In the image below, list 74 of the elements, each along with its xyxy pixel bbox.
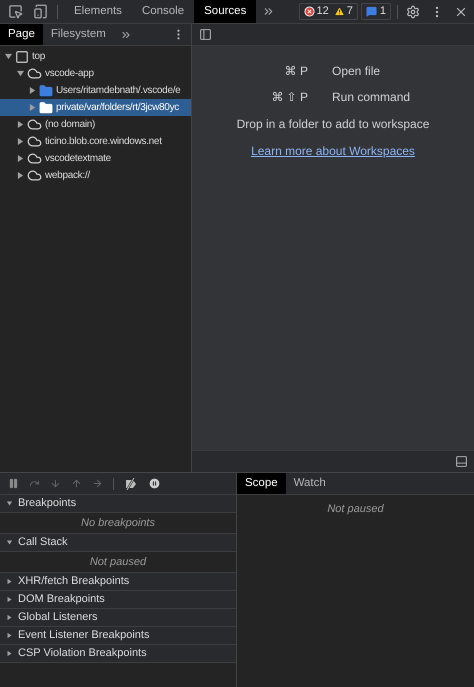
step-over-icon[interactable] <box>29 478 40 489</box>
shortcut-keys: ⌘ P <box>228 62 308 80</box>
message-icon <box>366 6 377 17</box>
expanded-arrow-icon[interactable] <box>5 53 12 60</box>
section-header[interactable]: Global Listeners <box>0 609 236 627</box>
toggle-navigator-icon[interactable] <box>199 28 212 41</box>
empty-message: Not paused <box>90 554 146 570</box>
inspect-icon[interactable] <box>8 4 23 19</box>
messages-counter[interactable]: 1 <box>360 3 391 20</box>
sidebar-tab[interactable]: Scope <box>237 473 286 494</box>
empty-message: No breakpoints <box>81 516 155 531</box>
section-header[interactable]: Event Listener Breakpoints <box>0 627 236 645</box>
folder-icon <box>39 100 53 114</box>
settings-icon[interactable] <box>406 4 420 18</box>
section-header[interactable]: DOM Breakpoints <box>0 591 236 609</box>
step-out-icon[interactable] <box>71 478 82 489</box>
cloud-icon <box>27 168 42 183</box>
warning-count: 7 <box>346 4 353 20</box>
workspaces-link[interactable]: Learn more about Workspaces <box>251 142 415 160</box>
shortcut-label: Run command <box>331 89 412 106</box>
cloud-icon <box>27 151 42 166</box>
shortcut-label: Open file <box>331 63 382 80</box>
toggle-debugger-icon[interactable] <box>455 455 468 468</box>
shortcut-keys: ⌘ ⇧ P <box>228 88 308 106</box>
navigator-tab[interactable]: Filesystem <box>42 24 114 45</box>
expanded-arrow-icon[interactable] <box>6 500 12 506</box>
collapsed-arrow-icon[interactable] <box>6 614 12 620</box>
folder-icon <box>39 84 53 98</box>
section-header[interactable]: XHR/fetch Breakpoints <box>0 573 236 591</box>
collapsed-arrow-icon[interactable] <box>17 172 24 179</box>
collapsed-arrow-icon[interactable] <box>6 596 12 602</box>
pause-on-exceptions-icon[interactable] <box>148 477 161 490</box>
cloud-icon <box>27 134 42 149</box>
collapsed-arrow-icon[interactable] <box>29 104 36 111</box>
frame-icon <box>15 50 29 64</box>
warning-icon <box>334 6 345 17</box>
error-icon <box>304 6 314 17</box>
collapsed-arrow-icon[interactable] <box>17 155 24 162</box>
collapsed-arrow-icon[interactable] <box>6 578 12 584</box>
device-icon[interactable] <box>33 4 48 19</box>
empty-message: Not paused <box>327 502 384 517</box>
cloud-icon <box>27 66 42 81</box>
tree-item[interactable]: top <box>0 48 191 65</box>
collapsed-arrow-icon[interactable] <box>6 650 12 656</box>
sidebar-tab[interactable]: Watch <box>286 473 334 494</box>
tree-item[interactable]: private/var/folders/rt/3jcw80yc <box>0 99 191 116</box>
step-icon[interactable] <box>92 478 103 489</box>
tree-item[interactable]: vscodetextmate <box>0 150 191 167</box>
tree-item[interactable]: ticino.blob.core.windows.net <box>0 133 191 150</box>
issues-counter[interactable]: 12 7 <box>298 3 358 20</box>
tree-item[interactable]: (no domain) <box>0 116 191 133</box>
panel-tab[interactable]: Sources <box>194 0 256 23</box>
collapsed-arrow-icon[interactable] <box>6 632 12 638</box>
navigator-tab[interactable]: Page <box>0 24 43 45</box>
workspace-hint: Drop in a folder to add to workspace <box>236 116 430 133</box>
tree-item[interactable]: webpack:// <box>0 167 191 184</box>
tree-item[interactable]: Users/ritamdebnath/.vscode/e <box>0 82 191 99</box>
section-header[interactable]: CSP Violation Breakpoints <box>0 645 236 663</box>
expanded-arrow-icon[interactable] <box>17 70 24 77</box>
panel-tab[interactable]: Elements <box>64 0 132 23</box>
pause-icon[interactable] <box>8 478 19 489</box>
error-count: 12 <box>316 4 329 20</box>
section-header[interactable]: Breakpoints <box>0 495 236 513</box>
step-into-icon[interactable] <box>50 478 61 489</box>
tree-item[interactable]: vscode-app <box>0 65 191 82</box>
section-header[interactable]: Call Stack <box>0 534 236 552</box>
deactivate-breakpoints-icon[interactable] <box>124 478 138 490</box>
cloud-icon <box>27 117 42 132</box>
collapsed-arrow-icon[interactable] <box>17 138 24 145</box>
panel-tab[interactable]: Console <box>132 0 194 23</box>
message-count: 1 <box>380 4 386 20</box>
expanded-arrow-icon[interactable] <box>6 540 12 546</box>
collapsed-arrow-icon[interactable] <box>29 87 36 94</box>
collapsed-arrow-icon[interactable] <box>17 121 24 128</box>
